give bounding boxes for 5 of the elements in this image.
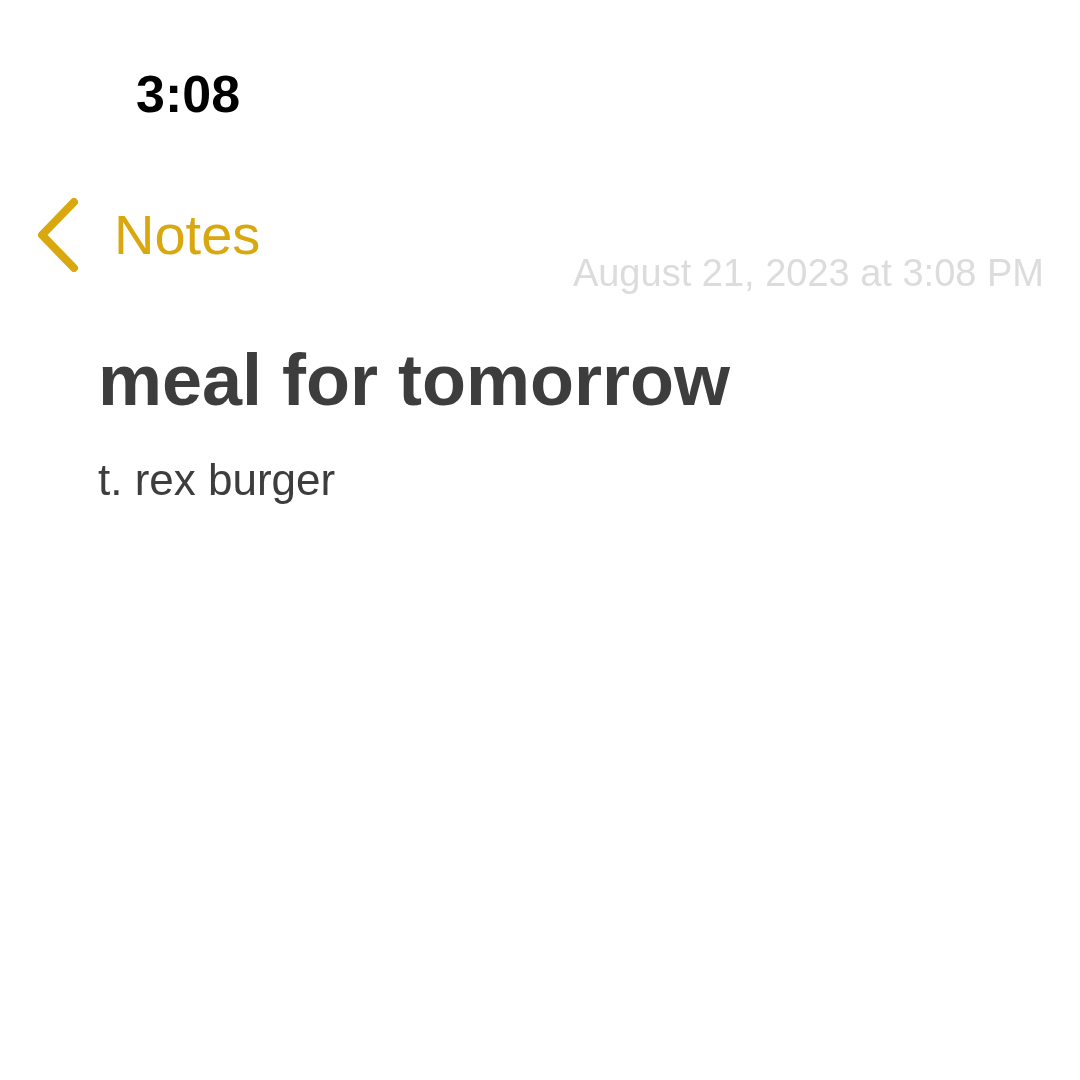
note-title: meal for tomorrow <box>98 340 731 420</box>
note-body: t. rex burger <box>98 455 336 504</box>
back-button[interactable]: Notes <box>36 198 261 272</box>
status-time: 3:08 <box>136 65 241 123</box>
back-chevron-icon <box>36 198 80 272</box>
